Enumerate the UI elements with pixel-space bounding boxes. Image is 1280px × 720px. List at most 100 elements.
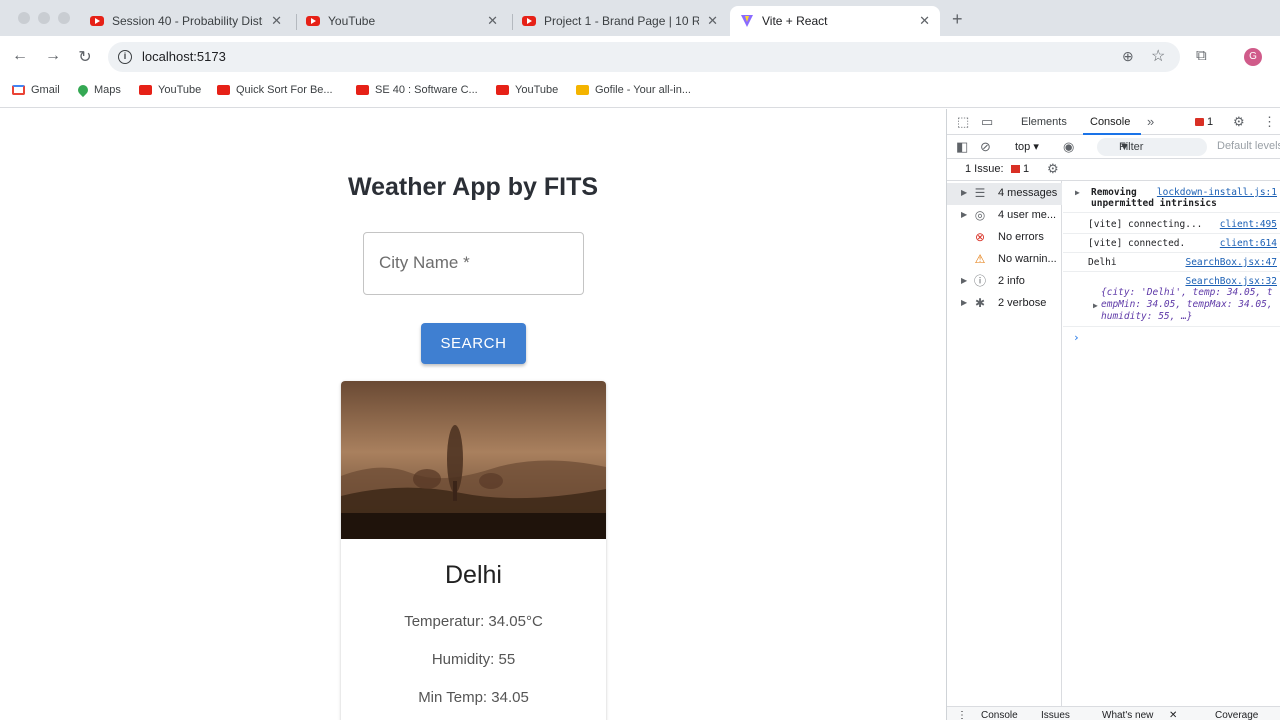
- issue-badge-icon: [1011, 165, 1020, 173]
- console-message: [vite] connected. client:614: [1063, 234, 1280, 253]
- bookmark-label: YouTube: [515, 84, 559, 96]
- close-icon[interactable]: ✕: [487, 13, 498, 29]
- tab-project-1[interactable]: Project 1 - Brand Page | 10 Re ✕: [512, 6, 728, 36]
- drawer-tab-issues[interactable]: Issues: [1041, 710, 1070, 720]
- settings-gear-icon[interactable]: ⚙: [1233, 114, 1245, 130]
- bookmark-maps[interactable]: Maps: [75, 82, 121, 98]
- tab-label: Project 1 - Brand Page | 10 Re: [544, 14, 700, 28]
- window-zoom-control[interactable]: [58, 12, 70, 24]
- expand-arrow-icon[interactable]: ▶: [961, 298, 967, 307]
- zoom-icon[interactable]: ⊕: [1122, 48, 1134, 65]
- window-minimize-control[interactable]: [38, 12, 50, 24]
- logged-object-preview[interactable]: {city: 'Delhi', temp: 34.05, t empMin: 3…: [1101, 287, 1280, 323]
- new-tab-icon[interactable]: +: [952, 9, 963, 30]
- filter-input[interactable]: ▼ Filter: [1097, 138, 1207, 156]
- eye-icon[interactable]: ◉: [1063, 139, 1074, 155]
- source-link[interactable]: SearchBox.jsx:47: [1185, 257, 1277, 268]
- sidebar-toggle-icon[interactable]: ◧: [956, 139, 968, 155]
- reload-icon[interactable]: ↻: [75, 47, 95, 67]
- back-arrow-icon[interactable]: ←: [10, 47, 30, 65]
- window-close-control[interactable]: [18, 12, 30, 24]
- extensions-icon[interactable]: ⧉: [1196, 47, 1207, 64]
- drawer-tab-console[interactable]: Console: [981, 710, 1018, 720]
- console-text: Removing: [1091, 187, 1137, 198]
- address-bar[interactable]: i localhost:5173: [108, 42, 1180, 72]
- forward-arrow-icon[interactable]: →: [43, 47, 63, 65]
- console-toolbar: ◧ ⊘ top ▾ ◉ ▼ Filter Default levels: [947, 135, 1280, 159]
- url-text: localhost:5173: [142, 49, 226, 64]
- expand-arrow-icon[interactable]: ▶: [961, 276, 967, 285]
- tab-elements[interactable]: Elements: [1021, 116, 1067, 128]
- error-badge-icon: [1195, 118, 1204, 126]
- issues-bar: 1 Issue: 1 ⚙: [947, 159, 1280, 181]
- sidebar-item-verbose[interactable]: ▶ ✱ 2 verbose: [947, 293, 1062, 315]
- error-count[interactable]: 1: [1207, 116, 1213, 128]
- bookmark-youtube[interactable]: YouTube: [139, 84, 201, 96]
- bookmark-star-icon[interactable]: ☆: [1151, 46, 1165, 66]
- vite-icon: [741, 15, 753, 27]
- tab-youtube[interactable]: YouTube ✕: [296, 6, 508, 36]
- city-name-placeholder: City Name *: [379, 253, 470, 272]
- source-link[interactable]: SearchBox.jsx:32: [1185, 276, 1277, 287]
- site-info-icon[interactable]: i: [118, 50, 132, 64]
- card-humidity: Humidity: 55: [431, 651, 516, 668]
- bookmark-gmail[interactable]: Gmail: [12, 84, 60, 96]
- expand-object-arrow-icon[interactable]: ▶: [1093, 301, 1098, 310]
- bookmark-gofile[interactable]: Gofile - Your all-in...: [576, 84, 691, 96]
- youtube-icon: [217, 85, 230, 95]
- drawer-tab-whats-new[interactable]: What's new: [1102, 710, 1153, 720]
- sidebar-item-info[interactable]: ▶ ⓘ 2 info: [947, 271, 1062, 293]
- city-name-input[interactable]: City Name *: [363, 232, 584, 295]
- console-text: [vite] connecting...: [1088, 219, 1203, 230]
- issues-count[interactable]: 1: [1023, 163, 1029, 175]
- close-icon[interactable]: ✕: [271, 13, 282, 29]
- sidebar-item-warnings[interactable]: ⚠ No warnin...: [947, 249, 1062, 271]
- tab-strip: Session 40 - Probability Distri ✕ YouTub…: [0, 0, 1280, 36]
- profile-avatar[interactable]: G: [1244, 48, 1262, 66]
- weather-image: [341, 381, 606, 539]
- card-min-temp: Min Temp: 34.05: [418, 689, 529, 706]
- sidebar-item-user-messages[interactable]: ▶ ◎ 4 user me...: [947, 205, 1062, 227]
- bookmark-quick-sort[interactable]: Quick Sort For Be...: [217, 84, 333, 96]
- object-line: {city: 'Delhi', temp: 34.05, t: [1101, 287, 1273, 298]
- youtube-icon: [306, 16, 320, 26]
- page-viewport: Weather App by FITS City Name * SEARCH D…: [0, 109, 946, 720]
- browser-window: Session 40 - Probability Distri ✕ YouTub…: [0, 0, 1280, 720]
- close-icon[interactable]: ✕: [1169, 710, 1177, 720]
- clear-console-icon[interactable]: ⊘: [980, 139, 991, 155]
- youtube-icon: [356, 85, 369, 95]
- more-tabs-icon[interactable]: »: [1147, 114, 1154, 129]
- context-selector[interactable]: top ▾: [1015, 140, 1039, 153]
- expand-arrow-icon[interactable]: ▶: [1075, 188, 1080, 197]
- tab-vite-react[interactable]: Vite + React ✕: [730, 6, 940, 36]
- expand-arrow-icon[interactable]: ▶: [961, 210, 967, 219]
- tab-console[interactable]: Console: [1090, 116, 1130, 128]
- drawer-menu-icon[interactable]: ⋮: [957, 710, 967, 720]
- bookmark-youtube-2[interactable]: YouTube: [496, 84, 558, 96]
- expand-arrow-icon[interactable]: ▶: [961, 188, 967, 197]
- console-settings-icon[interactable]: ⚙: [1047, 161, 1059, 177]
- tab-session-40[interactable]: Session 40 - Probability Distri ✕: [80, 6, 292, 36]
- close-icon[interactable]: ✕: [919, 13, 930, 29]
- bookmark-se-40[interactable]: SE 40 : Software C...: [356, 84, 478, 96]
- device-toolbar-icon[interactable]: ▭: [981, 114, 993, 130]
- issues-label[interactable]: 1 Issue:: [965, 163, 1004, 175]
- source-link[interactable]: lockdown-install.js:1: [1157, 187, 1277, 198]
- tab-label: Session 40 - Probability Distri: [112, 14, 264, 28]
- sidebar-item-errors[interactable]: ⊗ No errors: [947, 227, 1062, 249]
- search-button[interactable]: SEARCH: [421, 323, 526, 364]
- tab-label: Vite + React: [762, 14, 828, 28]
- bookmark-label: YouTube: [158, 84, 202, 96]
- source-link[interactable]: client:614: [1220, 238, 1277, 249]
- sidebar-label: 4 messages: [998, 187, 1058, 199]
- drawer-tab-coverage[interactable]: Coverage: [1215, 710, 1258, 720]
- close-icon[interactable]: ✕: [707, 13, 718, 29]
- console-prompt-icon[interactable]: ›: [1073, 331, 1080, 344]
- inspect-element-icon[interactable]: ⬚: [957, 114, 969, 130]
- source-link[interactable]: client:495: [1220, 219, 1277, 230]
- more-menu-icon[interactable]: ⋮: [1263, 114, 1276, 130]
- log-levels-dropdown[interactable]: Default levels: [1217, 140, 1280, 152]
- sidebar-item-messages[interactable]: ▶ ☰ 4 messages: [947, 183, 1062, 205]
- list-icon: ☰: [974, 186, 986, 200]
- console-text: Delhi: [1088, 257, 1117, 268]
